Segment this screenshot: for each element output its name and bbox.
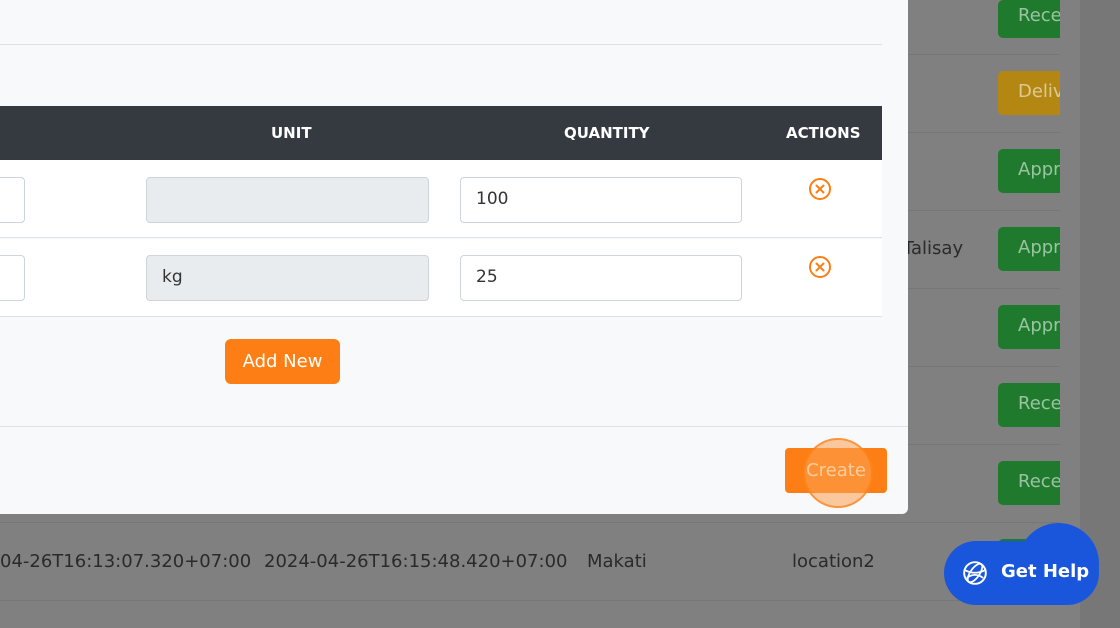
status-badge[interactable]: Appr [998, 227, 1060, 271]
remove-row-icon[interactable] [808, 255, 832, 279]
unit-field [146, 177, 429, 223]
city-cell: Makati [587, 551, 647, 572]
row-divider [0, 600, 1060, 601]
actions-column-header: ACTIONS [786, 124, 861, 142]
unit-field: kg [146, 255, 429, 301]
create-button[interactable]: Create [785, 448, 887, 493]
table-row: kg 25 [0, 239, 882, 317]
item-select[interactable] [0, 255, 25, 301]
create-modal: UNIT QUANTITY ACTIONS 100 kg 25 Add New … [0, 0, 908, 514]
status-badge[interactable]: Appr [998, 149, 1060, 193]
remove-row-icon[interactable] [808, 177, 832, 201]
quantity-column-header: QUANTITY [564, 124, 650, 142]
item-select[interactable] [0, 177, 25, 223]
location-cell: Talisay [903, 238, 964, 259]
get-help-label: Get Help [1001, 561, 1090, 582]
status-badge[interactable]: Appr [998, 305, 1060, 349]
created-at-cell: 04-26T16:13:07.320+07:00 [0, 551, 252, 572]
status-badge[interactable]: Rece [998, 461, 1060, 505]
table-row: 100 [0, 160, 882, 238]
quantity-input[interactable]: 100 [460, 177, 742, 223]
modal-footer-divider [0, 426, 908, 427]
status-badge[interactable]: Rece [998, 0, 1060, 38]
add-new-button[interactable]: Add New [225, 339, 340, 384]
items-table-header: UNIT QUANTITY ACTIONS [0, 106, 882, 160]
row-divider [0, 522, 1060, 523]
quantity-input[interactable]: 25 [460, 255, 742, 301]
globe-icon [963, 561, 987, 585]
location-cell: location2 [792, 551, 875, 572]
updated-at-cell: 2024-04-26T16:15:48.420+07:00 [264, 551, 568, 572]
unit-column-header: UNIT [271, 124, 312, 142]
status-badge[interactable]: Deliv [998, 71, 1060, 115]
get-help-button[interactable]: Get Help [944, 541, 1099, 605]
status-badge[interactable]: Rece [998, 383, 1060, 427]
modal-divider [0, 44, 882, 45]
